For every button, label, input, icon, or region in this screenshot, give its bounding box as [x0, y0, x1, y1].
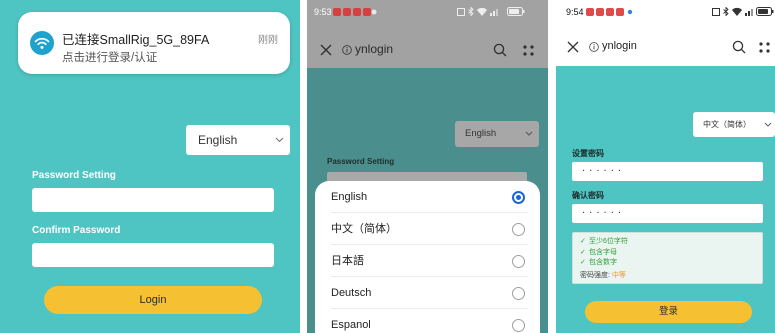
radio-button[interactable] — [512, 222, 525, 236]
bluetooth-icon — [723, 7, 729, 16]
password-setting-label: Password Setting — [327, 157, 395, 166]
confirm-password-field[interactable] — [572, 204, 763, 223]
cellular-signal-icon — [490, 9, 498, 16]
site-name[interactable]: ynlogin — [355, 42, 393, 56]
notification-time: 刚刚 — [258, 35, 278, 46]
status-time: 9:53 — [314, 7, 332, 17]
rule-item: ✓ 至少6位字符 — [580, 237, 762, 248]
confirm-password-label: Confirm Password — [32, 225, 121, 236]
language-option-spanish[interactable]: Espanol — [315, 309, 540, 333]
search-icon[interactable] — [493, 43, 507, 57]
wifi-signal-icon — [732, 7, 742, 16]
check-icon: ✓ — [580, 238, 586, 245]
option-label: Deutsch — [331, 287, 372, 299]
close-icon[interactable] — [567, 41, 579, 53]
language-select-value: 中文（简体） — [703, 120, 751, 129]
language-select[interactable]: English — [455, 121, 539, 147]
option-label: Espanol — [331, 319, 371, 331]
chevron-down-icon — [525, 131, 533, 136]
rule-text: 至少6位字符 — [589, 238, 628, 245]
notification-screen: 已连接SmallRig_5G_89FA 点击进行登录/认证 刚刚 English… — [0, 0, 300, 333]
close-icon[interactable] — [320, 44, 332, 56]
password-requirements-box: ✓ 至少6位字符 ✓ 包含字母 ✓ 包含数字 密码强度: 中等 — [572, 232, 763, 284]
option-label: English — [331, 191, 368, 203]
language-select-value: English — [198, 133, 238, 147]
language-options-sheet: English 中文（简体） 日本語 Deutsch Espanol — [315, 181, 540, 333]
confirm-password-field[interactable] — [32, 243, 274, 267]
more-menu-icon[interactable] — [523, 45, 534, 56]
confirm-password-label: 确认密码 — [572, 191, 604, 200]
info-icon[interactable] — [589, 42, 599, 52]
radio-button[interactable] — [512, 254, 525, 268]
strength-label: 密码强度: — [580, 271, 610, 279]
cellular-signal-icon — [745, 9, 753, 16]
check-icon: ✓ — [580, 259, 586, 266]
radio-button[interactable] — [512, 286, 525, 300]
language-option-chinese[interactable]: 中文（简体） — [315, 213, 540, 245]
strength-value: 中等 — [611, 271, 626, 279]
login-button[interactable]: Login — [44, 286, 262, 314]
language-picker-screen: 9:53 ynlogin English Password Setting En… — [307, 0, 548, 333]
rule-item: ✓ 包含数字 — [580, 258, 762, 269]
password-setting-label: 设置密码 — [572, 149, 604, 158]
site-name[interactable]: ynlogin — [602, 40, 637, 52]
browser-header: 9:54 ynlogin — [556, 0, 775, 66]
language-option-japanese[interactable]: 日本語 — [315, 245, 540, 277]
password-field[interactable] — [32, 188, 274, 212]
battery-icon — [756, 7, 774, 16]
chevron-down-icon — [764, 122, 772, 127]
language-option-english[interactable]: English — [315, 181, 540, 213]
search-icon[interactable] — [732, 40, 746, 54]
login-button[interactable]: 登录 — [585, 301, 752, 323]
battery-icon — [507, 7, 525, 16]
wifi-icon — [30, 31, 54, 55]
data-saver-icon — [457, 8, 465, 16]
password-field[interactable] — [572, 162, 763, 181]
notification-app-icons — [586, 8, 633, 16]
rule-item: ✓ 包含字母 — [580, 248, 762, 259]
login-button-label: Login — [139, 294, 167, 306]
password-setting-label: Password Setting — [32, 170, 116, 181]
radio-button[interactable] — [512, 190, 525, 204]
check-icon: ✓ — [580, 248, 586, 256]
language-select[interactable]: 中文（简体） — [693, 112, 775, 137]
radio-button[interactable] — [512, 318, 525, 332]
language-option-german[interactable]: Deutsch — [315, 277, 540, 309]
notification-app-icons — [333, 8, 377, 16]
rule-text: 包含数字 — [589, 259, 617, 266]
wifi-signal-icon — [477, 7, 487, 16]
status-time: 9:54 — [566, 7, 584, 17]
notification-title: 已连接SmallRig_5G_89FA — [62, 33, 210, 47]
language-select[interactable]: English — [186, 125, 290, 155]
chevron-down-icon — [275, 137, 284, 143]
wifi-connected-notification[interactable]: 已连接SmallRig_5G_89FA 点击进行登录/认证 刚刚 — [18, 12, 290, 74]
option-label: 日本語 — [331, 255, 364, 267]
browser-header: 9:53 ynlogin — [307, 0, 548, 68]
login-button-label: 登录 — [658, 306, 678, 317]
data-saver-icon — [712, 8, 720, 16]
info-icon[interactable] — [342, 45, 352, 55]
option-label: 中文（简体） — [331, 223, 397, 235]
bluetooth-icon — [468, 7, 474, 16]
chinese-login-screen: 9:54 ynlogin 中文（简体） 设置密码 ······ 确认密码 ···… — [556, 0, 775, 333]
password-strength: 密码强度: 中等 — [580, 270, 762, 281]
more-menu-icon[interactable] — [759, 42, 770, 53]
notification-subtitle: 点击进行登录/认证 — [62, 52, 158, 64]
rule-text: 包含字母 — [589, 248, 617, 256]
language-select-value: English — [465, 128, 497, 139]
